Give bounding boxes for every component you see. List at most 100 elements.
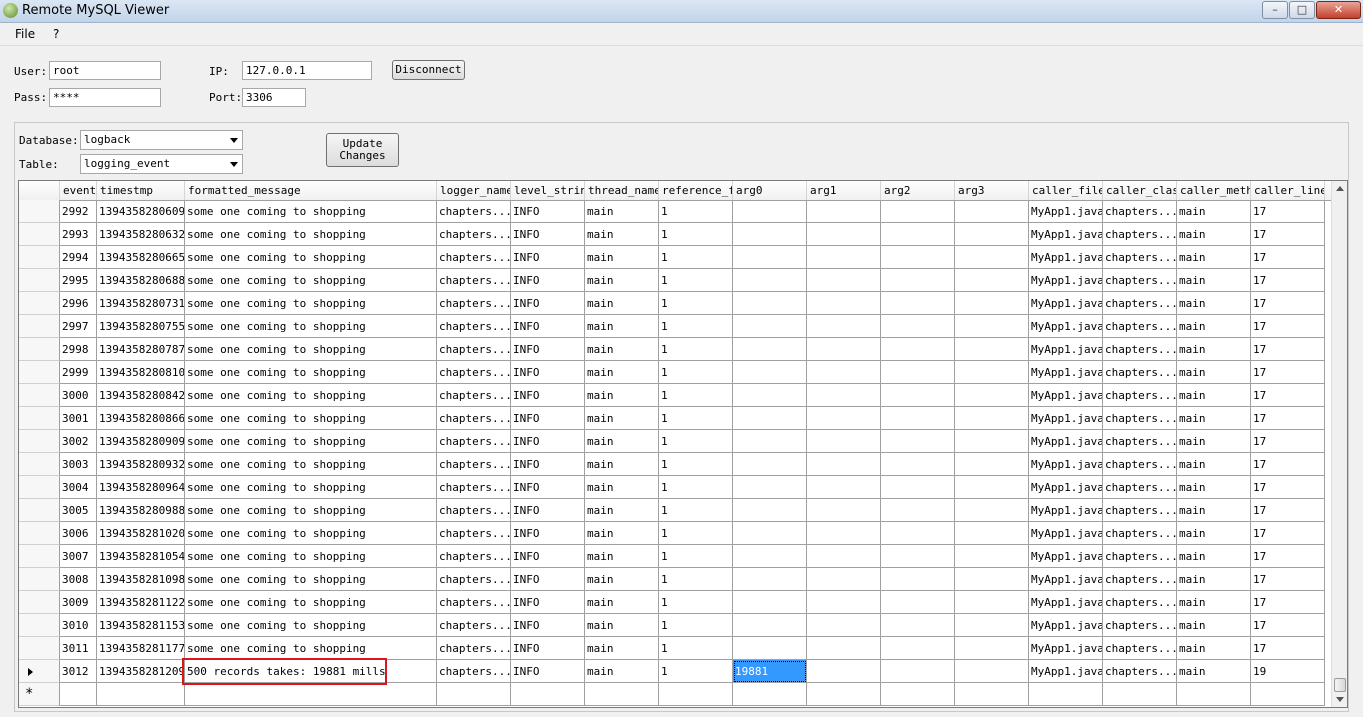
cell-timestmp[interactable]: 1394358281054 [97,545,185,568]
cell-caller-file[interactable]: MyApp1.java [1029,246,1103,269]
cell-caller-clas[interactable]: chapters... [1103,591,1177,614]
cell-arg0[interactable] [733,476,807,499]
cell-event[interactable]: 3011 [60,637,97,660]
cell-arg0[interactable] [733,637,807,660]
cell-arg1[interactable] [807,315,881,338]
cell-formatted-message[interactable]: some one coming to shopping [185,614,437,637]
cell-formatted-message[interactable]: some one coming to shopping [185,453,437,476]
cell-caller-file[interactable]: MyApp1.java [1029,269,1103,292]
cell-arg3[interactable] [955,591,1029,614]
cell-caller-meth[interactable]: main [1177,660,1251,683]
cell-caller-clas[interactable]: chapters... [1103,499,1177,522]
cell-logger-name[interactable]: chapters... [437,637,511,660]
cell-arg1[interactable] [807,269,881,292]
cell-reference-f[interactable]: 1 [659,200,733,223]
cell-caller-file[interactable]: MyApp1.java [1029,338,1103,361]
cell-arg0[interactable] [733,568,807,591]
row-header[interactable] [19,568,60,591]
cell-arg0[interactable] [733,384,807,407]
table-row[interactable]: 3010 1394358281153 some one coming to shop… [60,614,1331,637]
cell-thread-name[interactable]: main [585,499,659,522]
cell-logger-name[interactable]: chapters... [437,476,511,499]
cell-arg3[interactable] [955,361,1029,384]
new-cell[interactable] [60,683,97,706]
cell-arg3[interactable] [955,499,1029,522]
cell-arg1[interactable] [807,430,881,453]
cell-level-strin[interactable]: INFO [511,591,585,614]
cell-formatted-message[interactable]: some one coming to shopping [185,476,437,499]
cell-logger-name[interactable]: chapters... [437,614,511,637]
cell-arg1[interactable] [807,292,881,315]
cell-arg1[interactable] [807,545,881,568]
cell-caller-line[interactable]: 17 [1251,246,1325,269]
column-header-arg1[interactable]: arg1 [807,181,881,200]
row-header[interactable] [19,545,60,568]
cell-caller-line[interactable]: 17 [1251,315,1325,338]
cell-logger-name[interactable]: chapters... [437,315,511,338]
cell-caller-line[interactable]: 17 [1251,568,1325,591]
cell-arg3[interactable] [955,200,1029,223]
cell-arg0[interactable] [733,545,807,568]
cell-logger-name[interactable]: chapters... [437,430,511,453]
cell-logger-name[interactable]: chapters... [437,453,511,476]
column-header-thread-name[interactable]: thread_name [585,181,659,200]
column-header-caller-meth[interactable]: caller_meth [1177,181,1251,200]
cell-caller-meth[interactable]: main [1177,637,1251,660]
column-header-caller-line[interactable]: caller_line [1251,181,1325,200]
cell-timestmp[interactable]: 1394358280842 [97,384,185,407]
cell-level-strin[interactable]: INFO [511,269,585,292]
cell-formatted-message[interactable]: some one coming to shopping [185,200,437,223]
cell-reference-f[interactable]: 1 [659,545,733,568]
cell-arg3[interactable] [955,269,1029,292]
cell-arg1[interactable] [807,476,881,499]
cell-arg3[interactable] [955,637,1029,660]
new-cell[interactable] [437,683,511,706]
cell-formatted-message[interactable]: some one coming to shopping [185,637,437,660]
cell-event[interactable]: 2992 [60,200,97,223]
cell-thread-name[interactable]: main [585,545,659,568]
cell-formatted-message[interactable]: some one coming to shopping [185,315,437,338]
cell-event[interactable]: 3005 [60,499,97,522]
cell-arg3[interactable] [955,568,1029,591]
column-header-arg0[interactable]: arg0 [733,181,807,200]
cell-arg3[interactable] [955,430,1029,453]
cell-arg3[interactable] [955,476,1029,499]
cell-arg3[interactable] [955,522,1029,545]
cell-arg2[interactable] [881,338,955,361]
minimize-button[interactable]: – [1262,1,1288,19]
cell-arg0[interactable] [733,499,807,522]
new-cell[interactable] [511,683,585,706]
table-row[interactable]: 3012 1394358281209 500 records takes: 1988… [60,660,1331,683]
table-row[interactable]: 2998 1394358280787 some one coming to shop… [60,338,1331,361]
cell-caller-file[interactable]: MyApp1.java [1029,315,1103,338]
row-header[interactable] [19,637,60,660]
row-header[interactable] [19,407,60,430]
cell-level-strin[interactable]: INFO [511,361,585,384]
new-cell[interactable] [1029,683,1103,706]
column-header-arg3[interactable]: arg3 [955,181,1029,200]
cell-timestmp[interactable]: 1394358280609 [97,200,185,223]
cell-timestmp[interactable]: 1394358280810 [97,361,185,384]
column-header-caller-clas[interactable]: caller_clas [1103,181,1177,200]
cell-caller-clas[interactable]: chapters... [1103,476,1177,499]
cell-timestmp[interactable]: 1394358280688 [97,269,185,292]
cell-arg0[interactable] [733,223,807,246]
cell-arg1[interactable] [807,407,881,430]
cell-event[interactable]: 3001 [60,407,97,430]
cell-arg3[interactable] [955,660,1029,683]
cell-event[interactable]: 3007 [60,545,97,568]
cell-arg2[interactable] [881,568,955,591]
cell-formatted-message[interactable]: some one coming to shopping [185,361,437,384]
cell-caller-clas[interactable]: chapters... [1103,637,1177,660]
cell-thread-name[interactable]: main [585,246,659,269]
cell-thread-name[interactable]: main [585,338,659,361]
cell-arg0[interactable] [733,246,807,269]
column-header-logger-name[interactable]: logger_name [437,181,511,200]
cell-arg1[interactable] [807,614,881,637]
title-bar[interactable]: Remote MySQL Viewer – □ ✕ [0,0,1363,23]
cell-arg1[interactable] [807,384,881,407]
cell-caller-clas[interactable]: chapters... [1103,545,1177,568]
cell-caller-clas[interactable]: chapters... [1103,453,1177,476]
cell-level-strin[interactable]: INFO [511,338,585,361]
column-header-reference-f[interactable]: reference_f [659,181,733,200]
